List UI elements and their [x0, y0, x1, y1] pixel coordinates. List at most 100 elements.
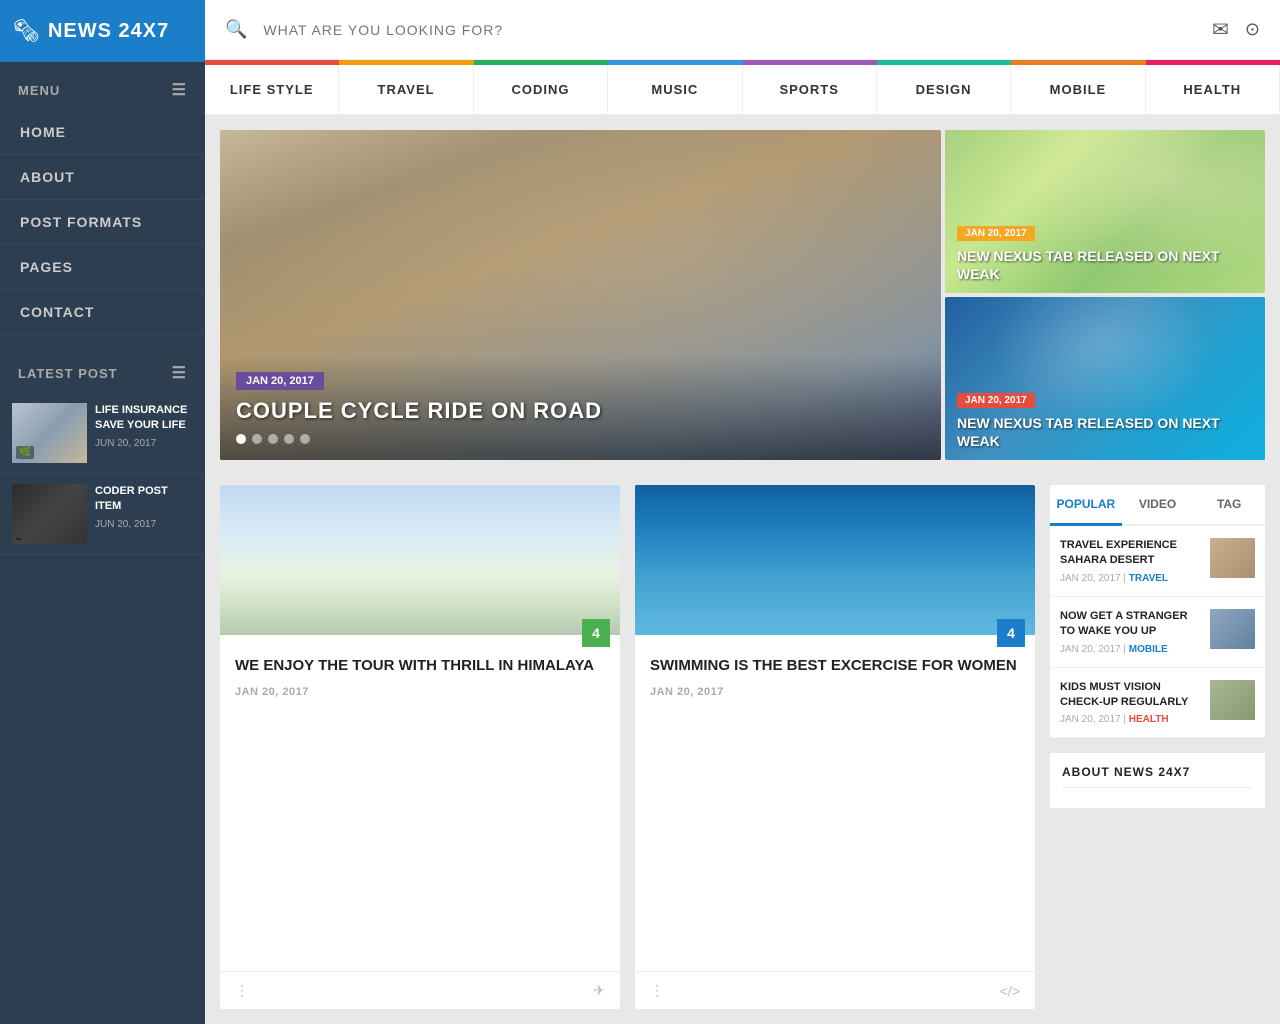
tab-item-kids-title: KIDS MUST VISION CHECK-UP REGULARLY — [1060, 680, 1202, 711]
tab-popular[interactable]: POPULAR — [1050, 485, 1122, 526]
article-swimming-comment-count: 4 — [997, 619, 1025, 647]
hero-side-top-date: JAN 20, 2017 — [957, 226, 1035, 241]
tab-item-travel-title: TRAVEL EXPERIENCE SAHARA DESERT — [1060, 538, 1202, 569]
logo-text: NEWS 24X7 — [48, 20, 169, 43]
hero-dot-2[interactable] — [252, 434, 262, 444]
tab-item-stranger-content: NOW GET A STRANGER TO WAKE YOU UP JAN 20… — [1060, 609, 1202, 655]
hero-side-bottom-title: NEW NEXUS TAB RELEASED ON NEXT WEAK — [957, 414, 1253, 450]
hero-main-title: COUPLE CYCLE RIDE ON ROAD — [236, 398, 925, 424]
article-swimming-body: SWIMMING IS THE BEST EXCERCISE FOR WOMEN… — [635, 635, 1035, 971]
hero-side-bottom-overlay: JAN 20, 2017 NEW NEXUS TAB RELEASED ON N… — [945, 380, 1265, 460]
sidebar-logo[interactable]: 🗞 NEWS 24X7 — [0, 0, 205, 62]
hero-side-top-overlay: JAN 20, 2017 NEW NEXUS TAB RELEASED ON N… — [945, 213, 1265, 293]
tab-video[interactable]: VIDEO — [1122, 485, 1194, 526]
nav-item-lifestyle[interactable]: LIFE STYLE — [205, 65, 339, 114]
tabs-header: POPULAR VIDEO TAG — [1050, 485, 1265, 526]
sidebar-post-content-life-insurance: LIFE INSURANCE SAVE YOUR LIFE JUN 20, 20… — [95, 403, 193, 463]
newspaper-icon: 🗞 — [12, 18, 40, 44]
tab-item-kids-content: KIDS MUST VISION CHECK-UP REGULARLY JAN … — [1060, 680, 1202, 726]
hero-dot-3[interactable] — [268, 434, 278, 444]
hero-side-panels: JAN 20, 2017 NEW NEXUS TAB RELEASED ON N… — [945, 130, 1265, 460]
nav-item-mobile[interactable]: MOBILE — [1011, 65, 1145, 114]
content-area: 4 WE ENJOY THE TOUR WITH THRILL IN HIMAL… — [205, 470, 1280, 1024]
article-himalaya-thumb: 4 — [220, 485, 620, 635]
hero-date-badge: JAN 20, 2017 — [236, 372, 324, 390]
search-icon: 🔍 — [225, 19, 247, 40]
nav-item-health[interactable]: HEALTH — [1146, 65, 1280, 114]
nav-item-sports[interactable]: SPORTS — [743, 65, 877, 114]
nav-item-design[interactable]: DESIGN — [877, 65, 1011, 114]
share-icon[interactable]: ⋮ — [235, 982, 249, 999]
hero-dot-4[interactable] — [284, 434, 294, 444]
tab-item-stranger-category[interactable]: MOBILE — [1129, 644, 1168, 655]
sidebar: 🗞 NEWS 24X7 MENU ☰ HOMEABOUTPOST FORMATS… — [0, 0, 205, 1024]
article-himalaya: 4 WE ENJOY THE TOUR WITH THRILL IN HIMAL… — [220, 485, 620, 1009]
article-himalaya-body: WE ENJOY THE TOUR WITH THRILL IN HIMALAY… — [220, 635, 620, 971]
sidebar-post-life-insurance[interactable]: 🌿 LIFE INSURANCE SAVE YOUR LIFE JUN 20, … — [0, 393, 205, 474]
latest-post-label: LATEST POST — [18, 366, 118, 381]
article-himalaya-footer: ⋮ ✈ — [220, 971, 620, 1009]
tab-item-travel-category[interactable]: TRAVEL — [1129, 573, 1168, 584]
tab-item-kids: KIDS MUST VISION CHECK-UP REGULARLY JAN … — [1050, 668, 1265, 739]
sidebar-item-contact[interactable]: CONTACT — [0, 290, 205, 335]
tab-item-stranger-thumb — [1210, 609, 1255, 649]
nav-item-coding[interactable]: CODING — [474, 65, 608, 114]
sidebar-item-home[interactable]: HOME — [0, 110, 205, 155]
code-icon[interactable]: </> — [1000, 983, 1020, 999]
article-swimming-footer: ⋮ </> — [635, 971, 1035, 1009]
sidebar-post-thumb-coder — [12, 484, 87, 544]
article-himalaya-date: JAN 20, 2017 — [235, 686, 605, 698]
sidebar-post-date-life-insurance: JUN 20, 2017 — [95, 438, 193, 449]
tabs-widget: POPULAR VIDEO TAG TRAVEL EXPERIENCE SAHA… — [1050, 485, 1265, 738]
right-sidebar: POPULAR VIDEO TAG TRAVEL EXPERIENCE SAHA… — [1050, 485, 1265, 1009]
articles-list: 4 WE ENJOY THE TOUR WITH THRILL IN HIMAL… — [220, 485, 1035, 1009]
hero-dots — [236, 434, 925, 444]
tab-item-kids-meta: JAN 20, 2017 | HEALTH — [1060, 714, 1202, 725]
tab-item-stranger-title: NOW GET A STRANGER TO WAKE YOU UP — [1060, 609, 1202, 640]
tab-item-stranger: NOW GET A STRANGER TO WAKE YOU UP JAN 20… — [1050, 597, 1265, 668]
bookmark-icon[interactable]: ✈ — [593, 982, 605, 999]
sidebar-post-title-coder: CODER POST ITEM — [95, 484, 193, 515]
sidebar-posts: 🌿 LIFE INSURANCE SAVE YOUR LIFE JUN 20, … — [0, 393, 205, 555]
hero-main-overlay: JAN 20, 2017 COUPLE CYCLE RIDE ON ROAD — [220, 355, 941, 460]
sidebar-post-icon-life-insurance: 🌿 — [16, 446, 34, 459]
tab-tag[interactable]: TAG — [1193, 485, 1265, 526]
tab-item-travel-meta: JAN 20, 2017 | TRAVEL — [1060, 573, 1202, 584]
header-icons: ✉ ⊙ — [1212, 17, 1260, 42]
nav-item-music[interactable]: MUSIC — [608, 65, 742, 114]
sidebar-item-post-formats[interactable]: POST FORMATS — [0, 200, 205, 245]
tab-item-stranger-meta: JAN 20, 2017 | MOBILE — [1060, 644, 1202, 655]
sidebar-item-about[interactable]: ABOUT — [0, 155, 205, 200]
hero-dot-1[interactable] — [236, 434, 246, 444]
hero-side-bottom-date: JAN 20, 2017 — [957, 393, 1035, 408]
tab-item-travel-thumb — [1210, 538, 1255, 578]
sidebar-post-coder[interactable]: CODER POST ITEM JUN 20, 2017 — [0, 474, 205, 555]
article-himalaya-title: WE ENJOY THE TOUR WITH THRILL IN HIMALAY… — [235, 655, 605, 676]
article-swimming-thumb: 4 — [635, 485, 1035, 635]
header: 🔍 ✉ ⊙ — [205, 0, 1280, 60]
latest-post-menu-icon[interactable]: ☰ — [172, 363, 187, 383]
article-swimming-title: SWIMMING IS THE BEST EXCERCISE FOR WOMEN — [650, 655, 1020, 676]
article-himalaya-comment-count: 4 — [582, 619, 610, 647]
sidebar-latest-header: LATEST POST ☰ — [0, 345, 205, 393]
sidebar-post-content-coder: CODER POST ITEM JUN 20, 2017 — [95, 484, 193, 544]
hero-side-panel-top: JAN 20, 2017 NEW NEXUS TAB RELEASED ON N… — [945, 130, 1265, 293]
about-widget-title: ABOUT NEWS 24X7 — [1062, 765, 1253, 788]
hamburger-icon[interactable]: ☰ — [172, 80, 187, 100]
article-swimming: 4 SWIMMING IS THE BEST EXCERCISE FOR WOM… — [635, 485, 1035, 1009]
nav-item-travel[interactable]: TRAVEL — [339, 65, 473, 114]
user-icon[interactable]: ⊙ — [1245, 19, 1260, 40]
tab-item-kids-category[interactable]: HEALTH — [1129, 714, 1169, 725]
hero-dot-5[interactable] — [300, 434, 310, 444]
sidebar-post-thumb-life-insurance: 🌿 — [12, 403, 87, 463]
sidebar-menu-header: MENU ☰ — [0, 62, 205, 110]
hero-section: JAN 20, 2017 COUPLE CYCLE RIDE ON ROAD J… — [205, 115, 1280, 470]
tab-item-kids-thumb — [1210, 680, 1255, 720]
share-icon-2[interactable]: ⋮ — [650, 982, 664, 999]
sidebar-nav: HOMEABOUTPOST FORMATSPAGESCONTACT — [0, 110, 205, 335]
sidebar-item-pages[interactable]: PAGES — [0, 245, 205, 290]
search-input[interactable] — [263, 22, 1202, 38]
sidebar-post-title-life-insurance: LIFE INSURANCE SAVE YOUR LIFE — [95, 403, 193, 434]
mail-icon[interactable]: ✉ — [1212, 17, 1229, 42]
sidebar-post-icon-coder — [16, 538, 22, 540]
